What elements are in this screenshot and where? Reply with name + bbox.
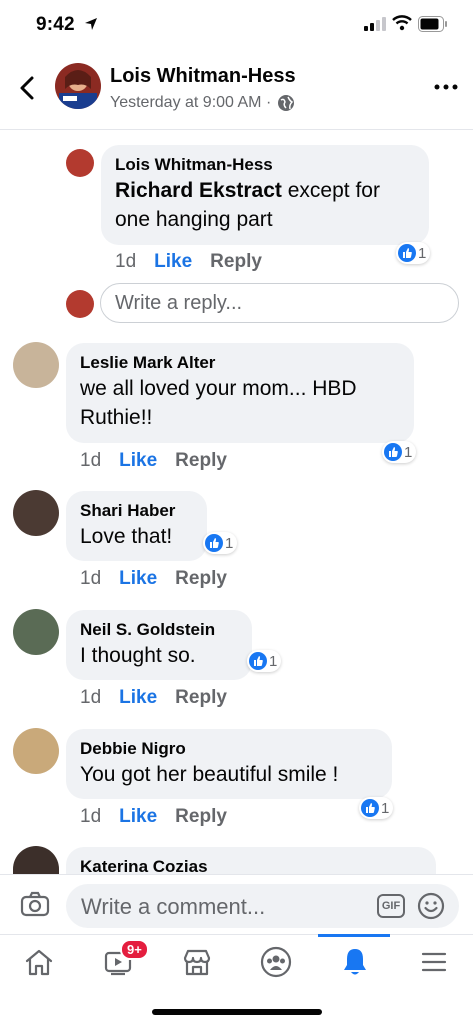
tab-menu[interactable]	[414, 945, 454, 979]
commenter-avatar[interactable]	[13, 342, 59, 388]
post-meta: Yesterday at 9:00 AM ·	[110, 94, 295, 112]
bottom-tab-bar: 9+	[0, 934, 473, 1023]
comment-actions: 1d Like Reply	[80, 687, 227, 709]
commenter-name[interactable]: Lois Whitman-Hess	[115, 154, 415, 176]
comment-age: 1d	[80, 568, 102, 589]
tab-groups[interactable]	[256, 945, 296, 979]
location-arrow-icon	[85, 18, 97, 30]
video-notification-badge: 9+	[120, 939, 149, 960]
comment-bubble: Debbie Nigro You got her beautiful smile…	[66, 729, 392, 799]
reply-button[interactable]: Reply	[210, 251, 262, 273]
comment-composer: Write a comment... GIF	[0, 874, 473, 934]
cellular-signal-icon	[364, 17, 386, 31]
reaction-count[interactable]: 1	[203, 532, 238, 554]
active-tab-indicator	[318, 934, 390, 937]
comment-age: 1d	[80, 806, 102, 827]
comment-bubble: Leslie Mark Alter we all loved your mom.…	[66, 343, 414, 443]
commenter-avatar[interactable]	[13, 846, 59, 874]
comment-bubble: Katerina Cozias	[66, 847, 436, 874]
comment-text: Richard Ekstract except for one hanging …	[115, 179, 380, 231]
commenter-name[interactable]: Katerina Cozias	[80, 856, 422, 874]
comment-text: Love that!	[80, 525, 173, 548]
reply-input[interactable]: Write a reply...	[100, 283, 459, 323]
commenter-avatar[interactable]	[13, 728, 59, 774]
emoji-icon[interactable]	[417, 892, 445, 920]
home-icon	[25, 949, 53, 976]
commenter-name[interactable]: Debbie Nigro	[80, 738, 378, 760]
tab-marketplace[interactable]	[177, 945, 217, 979]
reaction-count[interactable]: 1	[382, 441, 417, 463]
comment-actions: 1d Like Reply	[115, 251, 262, 273]
reaction-count[interactable]: 1	[247, 650, 282, 672]
reply-button[interactable]: Reply	[175, 806, 227, 828]
marketplace-icon	[183, 949, 211, 976]
reaction-count[interactable]: 1	[359, 797, 394, 819]
globe-icon	[278, 95, 295, 111]
commenter-avatar[interactable]	[66, 149, 94, 177]
like-button[interactable]: Like	[154, 251, 192, 273]
camera-icon[interactable]	[20, 891, 50, 917]
tab-notifications[interactable]	[335, 945, 375, 979]
reply-button[interactable]: Reply	[175, 687, 227, 709]
gif-button[interactable]: GIF	[377, 894, 405, 918]
tab-home[interactable]	[19, 945, 59, 979]
home-indicator	[152, 1009, 322, 1015]
comment-age: 1d	[115, 251, 137, 272]
comment-input[interactable]: Write a comment... GIF	[66, 884, 459, 928]
reply-button[interactable]: Reply	[175, 450, 227, 472]
comment-bubble: Lois Whitman-Hess Richard Ekstract excep…	[101, 145, 429, 245]
commenter-avatar[interactable]	[13, 609, 59, 655]
status-bar: 9:42	[0, 0, 473, 50]
comment-actions: 1d Like Reply	[80, 568, 227, 590]
comment-placeholder: Write a comment...	[81, 894, 266, 919]
status-time: 9:42	[36, 14, 75, 35]
comment-actions: 1d Like Reply	[80, 806, 227, 828]
post-header: Lois Whitman-Hess Yesterday at 9:00 AM ·	[0, 50, 473, 130]
notifications-icon	[344, 949, 366, 975]
like-button[interactable]: Like	[119, 687, 157, 709]
groups-icon	[260, 946, 292, 978]
author-name[interactable]: Lois Whitman-Hess	[110, 65, 296, 88]
author-avatar[interactable]	[55, 63, 101, 109]
commenter-name[interactable]: Neil S. Goldstein	[80, 619, 238, 641]
like-button[interactable]: Like	[119, 450, 157, 472]
comment-text: You got her beautiful smile !	[80, 763, 339, 786]
comment-age: 1d	[80, 687, 102, 708]
commenter-name[interactable]: Leslie Mark Alter	[80, 352, 400, 374]
comment-age: 1d	[80, 450, 102, 471]
comment-text: I thought so.	[80, 644, 196, 667]
battery-icon	[418, 16, 447, 32]
commenter-avatar[interactable]	[13, 490, 59, 536]
thumbs-up-icon	[398, 244, 416, 262]
thumbs-up-icon	[205, 534, 223, 552]
commenter-name[interactable]: Shari Haber	[80, 500, 193, 522]
reaction-count[interactable]: 1	[396, 242, 431, 264]
thumbs-up-icon	[361, 799, 379, 817]
thumbs-up-icon	[384, 443, 402, 461]
current-user-avatar	[66, 290, 94, 318]
comment-text: we all loved your mom... HBD Ruthie!!	[80, 377, 357, 429]
like-button[interactable]: Like	[119, 806, 157, 828]
reply-button[interactable]: Reply	[175, 568, 227, 590]
more-options-icon[interactable]	[433, 80, 459, 94]
wifi-icon	[392, 15, 412, 31]
mention-link[interactable]: Richard Ekstract	[115, 179, 282, 202]
like-button[interactable]: Like	[119, 568, 157, 590]
comment-actions: 1d Like Reply	[80, 450, 227, 472]
comment-bubble: Shari Haber Love that!	[66, 491, 207, 561]
back-arrow-icon[interactable]	[16, 74, 40, 102]
menu-icon	[421, 952, 447, 972]
comment-bubble: Neil S. Goldstein I thought so.	[66, 610, 252, 680]
post-timestamp: Yesterday at 9:00 AM ·	[110, 94, 272, 111]
thumbs-up-icon	[249, 652, 267, 670]
